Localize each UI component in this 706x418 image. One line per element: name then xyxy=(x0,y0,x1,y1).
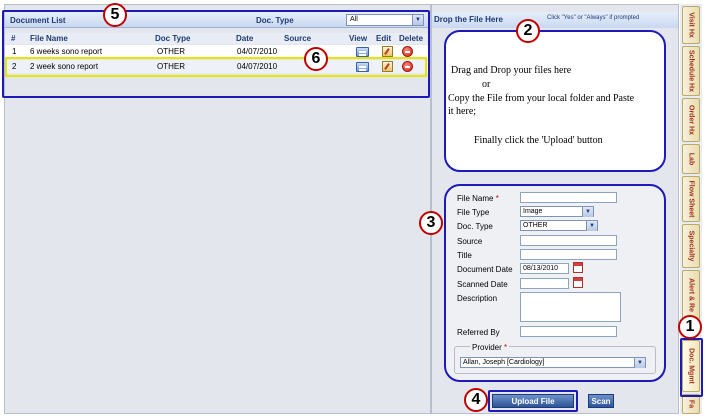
annotation-box-document-list xyxy=(2,10,430,98)
referred-by-field[interactable] xyxy=(520,326,617,337)
calendar-icon[interactable] xyxy=(573,277,583,288)
title-label: Title xyxy=(457,251,472,260)
doc-type-label: Doc. Type xyxy=(457,222,493,231)
tab-alert[interactable]: Alert & Re xyxy=(682,270,700,320)
drop-instruction-or: or xyxy=(482,79,491,90)
tab-visit-hx[interactable]: Visit Hx xyxy=(682,6,700,44)
document-date-label: Document Date xyxy=(457,265,513,274)
annotation-badge-4: 4 xyxy=(464,388,488,412)
tab-lab[interactable]: Lab xyxy=(682,144,700,174)
tab-schedule-hx[interactable]: Schedule Hx xyxy=(682,46,700,96)
tab-flow-sheet[interactable]: Flow Sheet xyxy=(682,176,700,222)
annotation-badge-2: 2 xyxy=(516,19,540,43)
file-name-field[interactable] xyxy=(520,192,617,203)
drop-instruction-4: Finally click the 'Upload' button xyxy=(474,135,603,146)
tab-fa[interactable]: Fa xyxy=(682,394,700,414)
provider-select[interactable]: Allan, Joseph [Cardiology] ▼ xyxy=(460,357,646,368)
annotation-box-selected-row xyxy=(5,57,427,77)
document-date-field[interactable]: 08/13/2010 xyxy=(520,263,569,274)
drop-zone[interactable]: Drag and Drop your files here or Copy th… xyxy=(444,30,666,172)
file-type-label: File Type xyxy=(457,208,490,217)
annotation-box-upload xyxy=(488,390,578,412)
source-label: Source xyxy=(457,237,483,246)
scanned-date-label: Scanned Date xyxy=(457,280,508,289)
file-name-label: File Name * xyxy=(457,194,499,203)
source-field[interactable] xyxy=(520,235,617,246)
scanned-date-field[interactable] xyxy=(520,278,569,289)
drop-instruction-2: Copy the File from your local folder and… xyxy=(448,93,635,104)
description-textarea[interactable] xyxy=(520,292,621,322)
title-field[interactable] xyxy=(520,249,617,260)
description-label: Description xyxy=(457,294,498,303)
chevron-down-icon: ▼ xyxy=(634,358,645,368)
drop-hint: Click "Yes" or "Always" if prompted xyxy=(547,15,640,21)
drop-instruction-1: Drag and Drop your files here xyxy=(451,65,572,76)
tab-order-hx[interactable]: Order Hx xyxy=(682,98,700,142)
calendar-icon[interactable] xyxy=(573,262,583,273)
scan-button[interactable]: Scan xyxy=(588,394,614,408)
annotation-box-doc-mgmt xyxy=(680,338,703,397)
chevron-down-icon: ▼ xyxy=(582,207,593,217)
provider-value: Allan, Joseph [Cardiology] xyxy=(463,359,545,366)
doc-type-value: OTHER xyxy=(523,222,548,229)
tab-specialty[interactable]: Specialty xyxy=(682,224,700,268)
referred-by-label: Referred By xyxy=(457,328,500,337)
annotation-badge-1: 1 xyxy=(678,315,702,339)
drop-instruction-3: it here; xyxy=(448,106,477,117)
annotation-badge-6: 6 xyxy=(304,47,328,71)
annotation-badge-3: 3 xyxy=(419,211,443,235)
chevron-down-icon: ▼ xyxy=(586,221,597,231)
file-type-select[interactable]: Image ▼ xyxy=(520,206,594,217)
annotation-badge-5: 5 xyxy=(103,3,127,27)
file-type-value: Image xyxy=(523,208,543,215)
drop-title: Drop the File Here xyxy=(434,15,503,24)
provider-label: Provider * xyxy=(470,343,510,352)
doc-type-select[interactable]: OTHER ▼ xyxy=(520,220,598,231)
